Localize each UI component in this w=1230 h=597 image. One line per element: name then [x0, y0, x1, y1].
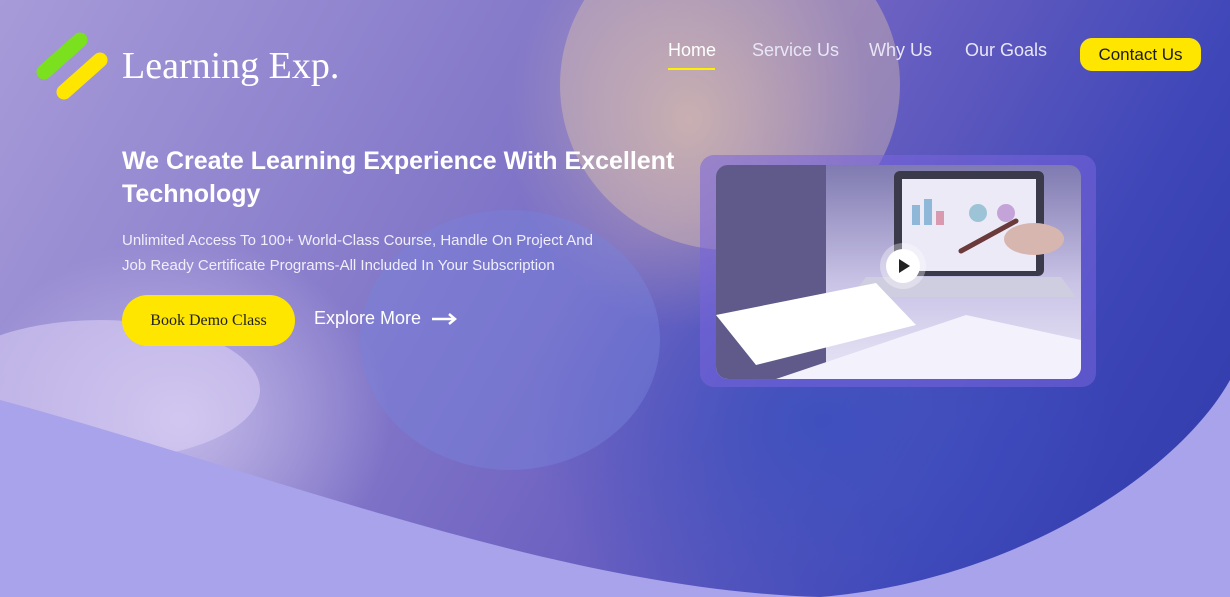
book-demo-class-button[interactable]: Book Demo Class — [122, 295, 295, 346]
video-play-button[interactable] — [880, 243, 926, 289]
double-stripe-logo-icon[interactable] — [34, 30, 112, 102]
arrow-right-icon — [432, 313, 458, 326]
nav-item-why-us[interactable]: Why Us — [869, 40, 932, 61]
play-icon — [886, 249, 920, 283]
hero-headline-line1: We Create Learning Experience With Excel… — [122, 147, 675, 175]
nav-item-home[interactable]: Home — [668, 40, 716, 61]
hero-subtitle-line2: Job Ready Certificate Programs-All Inclu… — [122, 257, 555, 274]
hero-subtitle: Unlimited Access To 100+ World-Class Cou… — [122, 228, 662, 278]
hero-subtitle-line1: Unlimited Access To 100+ World-Class Cou… — [122, 232, 593, 249]
brand-name[interactable]: Learning Exp. — [122, 44, 339, 88]
active-nav-underline — [668, 68, 715, 70]
hero-headline-line2: Technology — [122, 180, 261, 208]
nav-item-our-goals[interactable]: Our Goals — [965, 40, 1047, 61]
hero-headline: We Create Learning Experience With Excel… — [122, 145, 722, 211]
contact-us-button[interactable]: Contact Us — [1080, 38, 1201, 71]
explore-more-label: Explore More — [314, 308, 422, 328]
explore-more-link[interactable]: Explore More — [314, 308, 458, 329]
nav-item-service-us[interactable]: Service Us — [752, 40, 839, 61]
